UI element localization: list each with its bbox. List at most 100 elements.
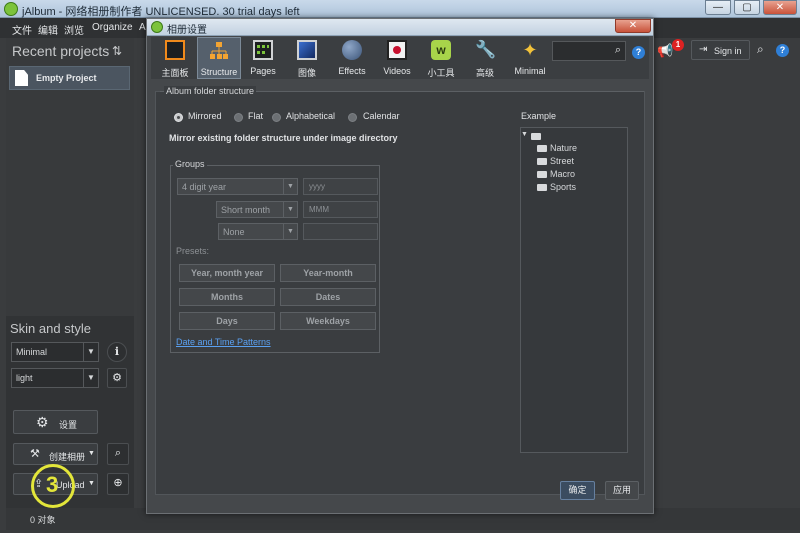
group-level2-select[interactable]: Short month ▼ [216, 201, 298, 218]
tab-label: Minimal [514, 66, 546, 76]
tab-label: 主面板 [161, 68, 189, 78]
radio-mirrored[interactable] [174, 113, 183, 122]
group-level3-select[interactable]: None ▼ [218, 223, 298, 240]
radio-flat[interactable] [234, 113, 243, 122]
radio-alphabetical[interactable] [272, 113, 281, 122]
notifications-button[interactable]: 📢 1 [655, 39, 684, 61]
preset-year-month-year-button[interactable]: Year, month year [179, 264, 275, 282]
menu-organize[interactable]: Organize [92, 22, 133, 33]
zoom-in-icon[interactable]: ⊕ [107, 473, 129, 495]
maximize-button[interactable]: ▢ [734, 0, 760, 15]
settings-button-label: 设置 [59, 420, 78, 430]
date-time-patterns-link[interactable]: Date and Time Patterns [176, 337, 271, 347]
preview-search-icon[interactable]: ⌕ [107, 443, 129, 465]
document-icon [15, 70, 28, 86]
jalbum-logo-icon [151, 21, 163, 33]
group-level2-value: Short month [221, 205, 271, 215]
folder-icon [537, 158, 547, 165]
tab-label: Videos [383, 66, 411, 76]
gear-icon: ⚙ [36, 414, 49, 430]
preset-year-month-button[interactable]: Year-month [280, 264, 376, 282]
dialog-titlebar: 相册设置 ✕ [147, 19, 653, 36]
group-level1-select[interactable]: 4 digit year ▼ [177, 178, 298, 195]
sign-in-button[interactable]: ⇥ Sign in [691, 40, 750, 60]
help-icon[interactable]: ? [776, 44, 789, 57]
radio-alphabetical-label: Alphabetical [286, 111, 336, 121]
wrench-icon: 🔧 [475, 40, 497, 59]
tab-label: 图像 [297, 68, 316, 78]
minimal-skin-icon: ✦ [522, 40, 538, 60]
folder-icon [537, 145, 547, 152]
tab-label: 小工具 [427, 68, 455, 78]
sort-icon[interactable]: ⇅ [112, 44, 122, 58]
menu-a[interactable]: A [139, 22, 146, 33]
expand-arrow-icon: ▼ [521, 131, 528, 138]
jalbum-logo-icon [4, 2, 18, 16]
menu-browse[interactable]: 浏览 [64, 22, 84, 37]
ok-button[interactable]: 确定 [560, 481, 595, 500]
images-icon [297, 40, 317, 60]
sign-in-label: Sign in [714, 46, 742, 56]
skin-select-value: Minimal [16, 347, 48, 357]
minimize-button[interactable]: — [705, 0, 731, 15]
apply-button[interactable]: 应用 [605, 481, 639, 500]
settings-button[interactable]: ⚙ 设置 [13, 410, 98, 434]
chevron-down-icon: ▼ [283, 179, 297, 194]
skin-select[interactable]: Minimal ▼ [11, 342, 99, 362]
tab-widgets[interactable]: w 小工具 [421, 37, 461, 79]
radio-mirrored-label: Mirrored [188, 111, 222, 121]
preset-weekdays-button[interactable]: Weekdays [280, 312, 376, 330]
style-select[interactable]: light ▼ [11, 368, 99, 388]
project-item[interactable]: Empty Project [9, 66, 130, 90]
radio-calendar-label: Calendar [363, 111, 400, 121]
menu-edit[interactable]: 编辑 [38, 22, 58, 37]
preset-days-button[interactable]: Days [179, 312, 275, 330]
chevron-down-icon: ▼ [83, 369, 98, 387]
close-button[interactable]: ✕ [763, 0, 797, 15]
tab-main-panel[interactable]: 主面板 [155, 37, 195, 79]
info-icon[interactable]: ℹ [107, 342, 127, 362]
settings-search-input[interactable]: ⌕ [552, 41, 626, 61]
structure-icon [209, 41, 229, 61]
group-level1-pattern-input[interactable]: yyyy [303, 178, 378, 195]
step-marker-number: 3 [46, 472, 59, 497]
style-settings-gear-icon[interactable]: ⚙ [107, 368, 127, 388]
widgets-icon: w [431, 40, 451, 60]
tab-images[interactable]: 图像 [287, 37, 327, 79]
chevron-down-icon: ▼ [88, 480, 95, 487]
tab-structure[interactable]: Structure [197, 37, 241, 79]
dialog-close-button[interactable]: ✕ [615, 19, 651, 33]
example-tree: ▼ Nature Street Macro Sports [520, 127, 628, 453]
tab-minimal[interactable]: ✦ Minimal [509, 37, 551, 79]
tab-advanced[interactable]: 🔧 高级 [465, 37, 505, 79]
make-album-button[interactable]: ⚒ 创建相册 ▼ [13, 443, 98, 465]
tab-effects[interactable]: Effects [331, 37, 373, 79]
folder-icon [531, 133, 541, 140]
album-settings-dialog: 相册设置 ✕ 主面板 Structure Pages 图像 Effects Vi… [146, 18, 654, 514]
pages-icon [253, 40, 273, 60]
recent-projects-title: Recent projects [12, 43, 110, 59]
help-icon[interactable]: ? [632, 46, 645, 59]
radio-calendar[interactable] [348, 113, 357, 122]
tab-pages[interactable]: Pages [243, 37, 283, 79]
hammer-icon: ⚒ [30, 448, 40, 460]
tree-item-street: Street [550, 156, 575, 166]
chevron-down-icon: ▼ [283, 224, 297, 239]
group-level3-pattern-input[interactable] [303, 223, 378, 240]
preset-dates-button[interactable]: Dates [280, 288, 376, 306]
menu-file[interactable]: 文件 [12, 22, 32, 37]
preset-months-button[interactable]: Months [179, 288, 275, 306]
videos-icon [387, 40, 407, 60]
group-level2-pattern-input[interactable]: MMM [303, 201, 378, 218]
main-panel-icon [165, 40, 185, 60]
folder-icon [537, 171, 547, 178]
make-album-label: 创建相册 [49, 452, 86, 462]
tab-videos[interactable]: Videos [377, 37, 417, 79]
notification-badge: 1 [672, 39, 684, 51]
megaphone-icon: 📢 [657, 43, 674, 58]
search-icon[interactable]: ⌕ [757, 42, 764, 57]
example-title: Example [521, 111, 557, 121]
tab-label: Pages [250, 66, 276, 76]
radio-flat-label: Flat [248, 111, 264, 121]
effects-icon [342, 40, 362, 60]
